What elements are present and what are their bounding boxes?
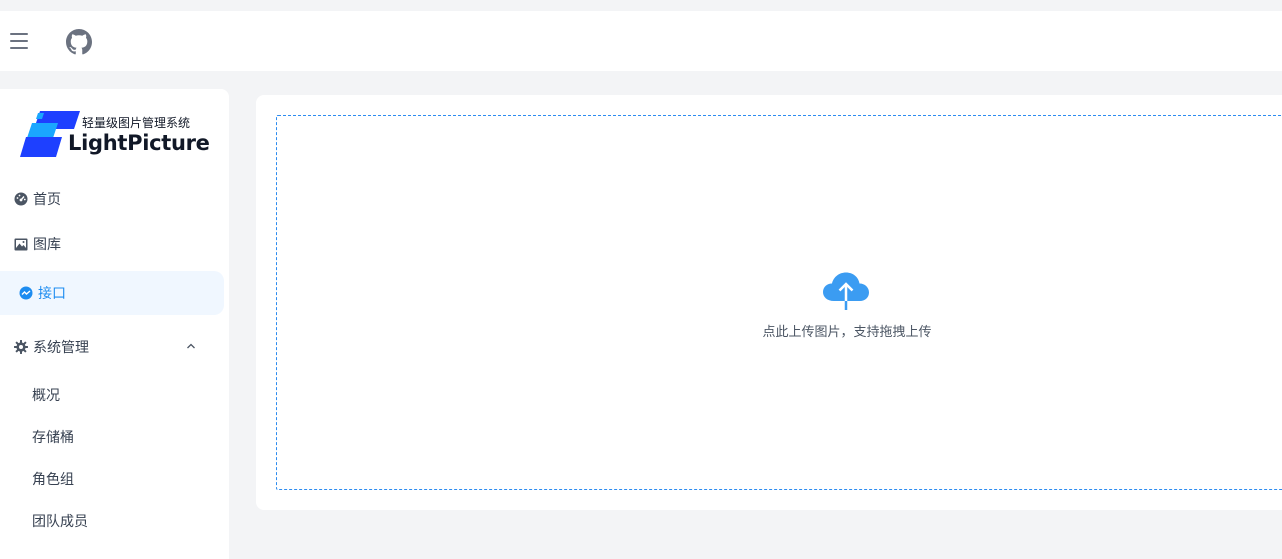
cloud-upload-icon: [823, 272, 869, 310]
sidebar-item-label: 图库: [33, 237, 61, 253]
logo-subtitle: 轻量级图片管理系统: [82, 116, 191, 130]
sidebar-item-api[interactable]: 接口: [0, 271, 224, 315]
upload-card: 点此上传图片，支持拖拽上传: [256, 95, 1282, 510]
sidebar-item-label: 接口: [38, 286, 66, 302]
sidebar-subitem-overview[interactable]: 概况: [32, 385, 60, 405]
logo[interactable]: 轻量级图片管理系统 LightPicture: [18, 109, 210, 159]
sidebar: 轻量级图片管理系统 LightPicture 首页 图库 接口 系统管理 概况 …: [0, 89, 229, 559]
upload-dropzone[interactable]: 点此上传图片，支持拖拽上传: [276, 115, 1282, 490]
image-icon: [14, 237, 28, 251]
dashboard-icon: [14, 192, 28, 206]
sidebar-item-system[interactable]: 系统管理: [0, 325, 224, 369]
logo-title: LightPicture: [68, 131, 210, 155]
api-icon: [19, 286, 33, 300]
hamburger-menu-icon[interactable]: [10, 29, 28, 53]
sidebar-item-gallery[interactable]: 图库: [0, 222, 224, 266]
sidebar-subitem-members[interactable]: 团队成员: [32, 511, 88, 531]
upload-hint: 点此上传图片，支持拖拽上传: [762, 325, 932, 340]
gear-icon: [14, 340, 28, 354]
sidebar-item-label: 系统管理: [33, 340, 89, 356]
github-icon[interactable]: [66, 29, 92, 55]
chevron-up-icon[interactable]: [186, 341, 196, 351]
top-bar: [0, 11, 1282, 71]
sidebar-subitem-buckets[interactable]: 存储桶: [32, 427, 74, 447]
sidebar-item-home[interactable]: 首页: [0, 177, 224, 221]
sidebar-subitem-roles[interactable]: 角色组: [32, 469, 74, 489]
sidebar-item-label: 首页: [33, 192, 61, 208]
